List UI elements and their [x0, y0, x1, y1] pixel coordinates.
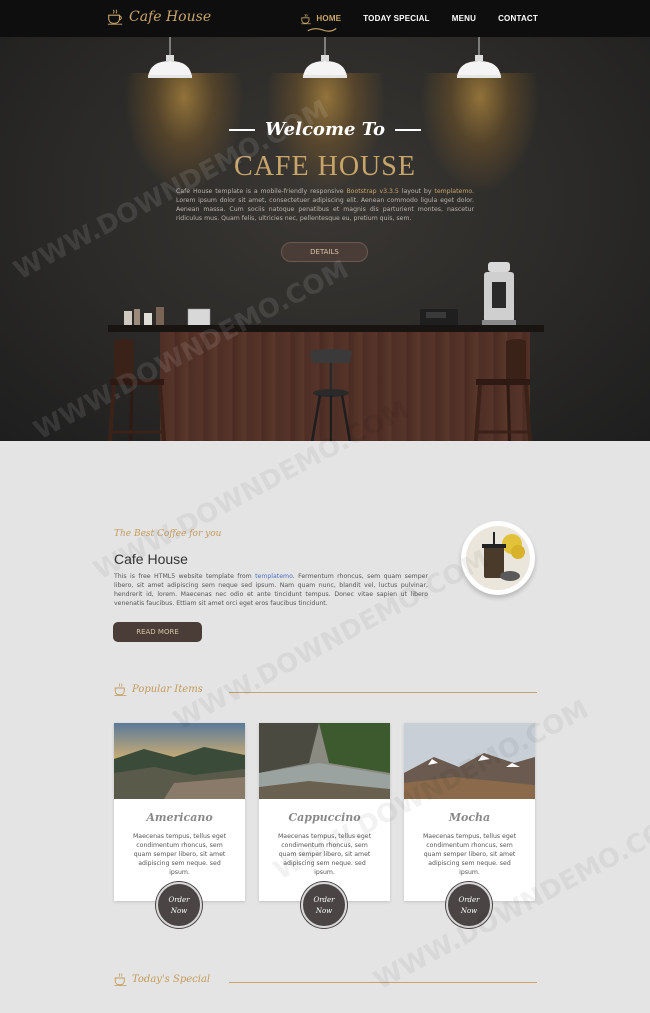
about-text: This is free HTML5 website template from… — [114, 573, 428, 607]
product-card: Americano Maecenas tempus, tellus eget c… — [114, 723, 245, 928]
about-title: Cafe House — [114, 551, 188, 567]
brand-name: Cafe House — [129, 9, 212, 25]
landscape-image — [114, 723, 245, 799]
order-now-button[interactable]: Order Now — [446, 882, 492, 928]
templatemo-link[interactable]: templatemo — [434, 188, 472, 195]
french-press-image — [466, 526, 530, 590]
coffee-cup-icon — [114, 683, 127, 696]
bar-stool-icon — [473, 339, 533, 441]
coffee-cup-icon — [107, 9, 123, 25]
card-text: Maecenas tempus, tellus eget condimentum… — [132, 833, 227, 876]
hero-title: CAFE HOUSE — [234, 151, 416, 182]
nav-home[interactable]: HOME — [300, 13, 341, 25]
bootstrap-link[interactable]: Bootstrap v3.3.5 — [346, 188, 398, 195]
about-subtitle: The Best Coffee for you — [114, 529, 222, 539]
todays-special-title: Today's Special — [132, 974, 211, 985]
bar-stool-icon — [107, 339, 167, 441]
hero-section: Welcome To CAFE HOUSE Cafe House templat… — [0, 37, 650, 441]
espresso-machine-icon — [482, 262, 516, 325]
todays-special-heading: Today's Special — [113, 972, 210, 987]
card-title: Americano — [146, 811, 213, 824]
card-text: Maecenas tempus, tellus eget condimentum… — [277, 833, 372, 876]
about-image — [461, 521, 535, 595]
card-title: Cappuccino — [288, 811, 361, 824]
mountain-image — [404, 723, 535, 799]
card-text: Maecenas tempus, tellus eget condimentum… — [422, 833, 517, 876]
popular-items-title: Popular Items — [132, 684, 203, 695]
hero-description: Cafe House template is a mobile-friendly… — [176, 188, 474, 222]
product-card: Mocha Maecenas tempus, tellus eget condi… — [404, 723, 535, 928]
order-now-button[interactable]: Order Now — [301, 882, 347, 928]
card-title: Mocha — [448, 811, 491, 824]
main-menu: HOME TODAY SPECIAL MENU CONTACT — [300, 0, 538, 37]
card-image — [259, 723, 390, 799]
order-now-button[interactable]: Order Now — [156, 882, 202, 928]
divider — [229, 692, 537, 693]
nav-today-special[interactable]: TODAY SPECIAL — [363, 14, 429, 23]
nav-contact[interactable]: CONTACT — [498, 14, 538, 23]
river-image — [259, 723, 390, 799]
card-image — [404, 723, 535, 799]
active-swoosh-icon — [307, 27, 338, 32]
nav-menu[interactable]: MENU — [452, 14, 476, 23]
product-card: Cappuccino Maecenas tempus, tellus eget … — [259, 723, 390, 928]
templatemo-link[interactable]: templatemo — [255, 573, 293, 580]
brand-logo[interactable]: Cafe House — [106, 8, 211, 26]
read-more-button[interactable]: READ MORE — [113, 622, 202, 642]
popular-items-heading: Popular Items — [113, 682, 203, 697]
divider — [229, 982, 537, 983]
coffee-cup-icon — [301, 13, 312, 24]
welcome-text: Welcome To — [264, 119, 386, 140]
nav-home-label: HOME — [316, 14, 342, 23]
counter-top — [108, 325, 544, 332]
welcome-heading: Welcome To — [0, 119, 650, 140]
metal-stool-icon — [310, 349, 352, 441]
coffee-cup-icon — [114, 973, 127, 986]
card-image — [114, 723, 245, 799]
details-button[interactable]: DETAILS — [281, 242, 368, 262]
top-navbar: Cafe House HOME TODAY SPECIAL MENU CONTA… — [0, 0, 650, 37]
